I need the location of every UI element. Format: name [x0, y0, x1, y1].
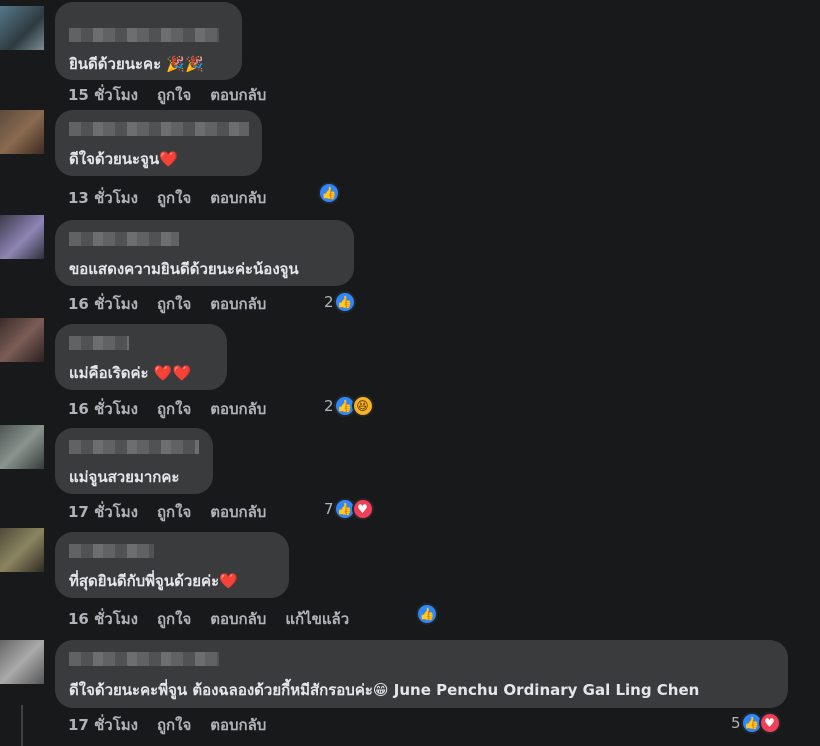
comment-text: ดีใจด้วยนะคะพี่จูน ต้องฉลองด้วยกี้หมีสัก… — [69, 681, 700, 699]
avatar[interactable] — [0, 110, 44, 154]
reply-link[interactable]: ตอบกลับ — [210, 716, 266, 734]
avatar[interactable] — [0, 528, 44, 572]
reaction-summary[interactable]: 👍 — [416, 603, 438, 625]
reaction-count: 7 — [324, 500, 334, 518]
comment-text: ที่สุดยินดีกับพี่จูนด้วยค่ะ❤️ — [69, 572, 238, 590]
comment-bubble: แม่จูนสวยมากคะ — [55, 428, 213, 494]
comment-bubble: แม่คือเริดค่ะ ❤️❤️ — [55, 324, 227, 390]
comment-meta: 16 ชั่วโมง ถูกใจ ตอบกลับ — [68, 397, 285, 421]
commenter-name-blurred[interactable] — [69, 544, 154, 558]
love-icon: ♥ — [758, 712, 781, 734]
like-link[interactable]: ถูกใจ — [157, 295, 191, 313]
timestamp[interactable]: 16 ชั่วโมง — [68, 295, 138, 313]
like-link[interactable]: ถูกใจ — [157, 610, 191, 628]
reaction-summary[interactable]: 2 👍 — [324, 291, 356, 313]
comment-meta: 15 ชั่วโมง ถูกใจ ตอบกลับ — [68, 83, 285, 107]
reaction-count: 2 — [324, 293, 334, 311]
comment-text: แม่คือเริดค่ะ ❤️❤️ — [69, 364, 192, 382]
reaction-count: 2 — [324, 397, 334, 415]
comment-bubble: ดีใจด้วยนะจูน❤️ — [55, 110, 262, 176]
timestamp[interactable]: 17 ชั่วโมง — [68, 503, 138, 521]
reaction-summary[interactable]: 👍 — [318, 182, 340, 204]
comment-text: ดีใจด้วยนะจูน❤️ — [69, 150, 178, 168]
like-icon: 👍 — [416, 603, 438, 625]
timestamp[interactable]: 16 ชั่วโมง — [68, 610, 138, 628]
reply-link[interactable]: ตอบกลับ — [210, 400, 266, 418]
comment-text: แม่จูนสวยมากคะ — [69, 468, 180, 486]
haha-icon: 😆 — [351, 395, 374, 417]
comment-meta: 17 ชั่วโมง ถูกใจ ตอบกลับ — [68, 713, 285, 737]
timestamp[interactable]: 13 ชั่วโมง — [68, 189, 138, 207]
reply-link[interactable]: ตอบกลับ — [210, 503, 266, 521]
reaction-summary[interactable]: 5 👍 ♥ — [731, 712, 781, 734]
comment-meta: 16 ชั่วโมง ถูกใจ ตอบกลับ — [68, 292, 285, 316]
comment-text: ยินดีด้วยนะคะ 🎉🎉 — [69, 55, 204, 73]
reaction-summary[interactable]: 7 👍 ♥ — [324, 498, 374, 520]
avatar[interactable] — [0, 6, 44, 50]
edited-label[interactable]: แก้ไขแล้ว — [285, 610, 349, 628]
like-link[interactable]: ถูกใจ — [157, 716, 191, 734]
commenter-name-blurred[interactable] — [69, 652, 219, 666]
comment-meta: 17 ชั่วโมง ถูกใจ ตอบกลับ — [68, 500, 285, 524]
like-link[interactable]: ถูกใจ — [157, 400, 191, 418]
commenter-name-blurred[interactable] — [69, 232, 179, 246]
reply-link[interactable]: ตอบกลับ — [210, 610, 266, 628]
reaction-count: 5 — [731, 714, 741, 732]
comment-bubble: ยินดีด้วยนะคะ 🎉🎉 — [55, 2, 242, 80]
timestamp[interactable]: 17 ชั่วโมง — [68, 716, 138, 734]
comment-bubble: ดีใจด้วยนะคะพี่จูน ต้องฉลองด้วยกี้หมีสัก… — [55, 640, 788, 708]
love-icon: ♥ — [351, 498, 374, 520]
commenter-name-blurred[interactable] — [69, 122, 249, 136]
like-link[interactable]: ถูกใจ — [157, 189, 191, 207]
like-link[interactable]: ถูกใจ — [157, 86, 191, 104]
like-link[interactable]: ถูกใจ — [157, 503, 191, 521]
commenter-name-blurred[interactable] — [69, 28, 219, 42]
commenter-name-blurred[interactable] — [69, 336, 129, 350]
reply-thread-line — [21, 705, 23, 746]
reply-link[interactable]: ตอบกลับ — [210, 295, 266, 313]
avatar[interactable] — [0, 640, 44, 684]
commenter-name-blurred[interactable] — [69, 440, 199, 454]
avatar[interactable] — [0, 215, 44, 259]
reply-link[interactable]: ตอบกลับ — [210, 189, 266, 207]
comment-text: ขอแสดงความยินดีด้วยนะค่ะน้องจูน — [69, 260, 299, 278]
like-icon: 👍 — [333, 291, 356, 313]
timestamp[interactable]: 15 ชั่วโมง — [68, 86, 138, 104]
comment-bubble: ที่สุดยินดีกับพี่จูนด้วยค่ะ❤️ — [55, 532, 289, 598]
avatar[interactable] — [0, 425, 44, 469]
comment-meta: 16 ชั่วโมง ถูกใจ ตอบกลับ แก้ไขแล้ว — [68, 607, 368, 631]
comment-meta: 13 ชั่วโมง ถูกใจ ตอบกลับ — [68, 186, 285, 210]
reply-link[interactable]: ตอบกลับ — [210, 86, 266, 104]
comment-bubble: ขอแสดงความยินดีด้วยนะค่ะน้องจูน — [55, 220, 354, 286]
timestamp[interactable]: 16 ชั่วโมง — [68, 400, 138, 418]
like-icon: 👍 — [318, 182, 340, 204]
avatar[interactable] — [0, 318, 44, 362]
reaction-summary[interactable]: 2 👍 😆 — [324, 395, 374, 417]
